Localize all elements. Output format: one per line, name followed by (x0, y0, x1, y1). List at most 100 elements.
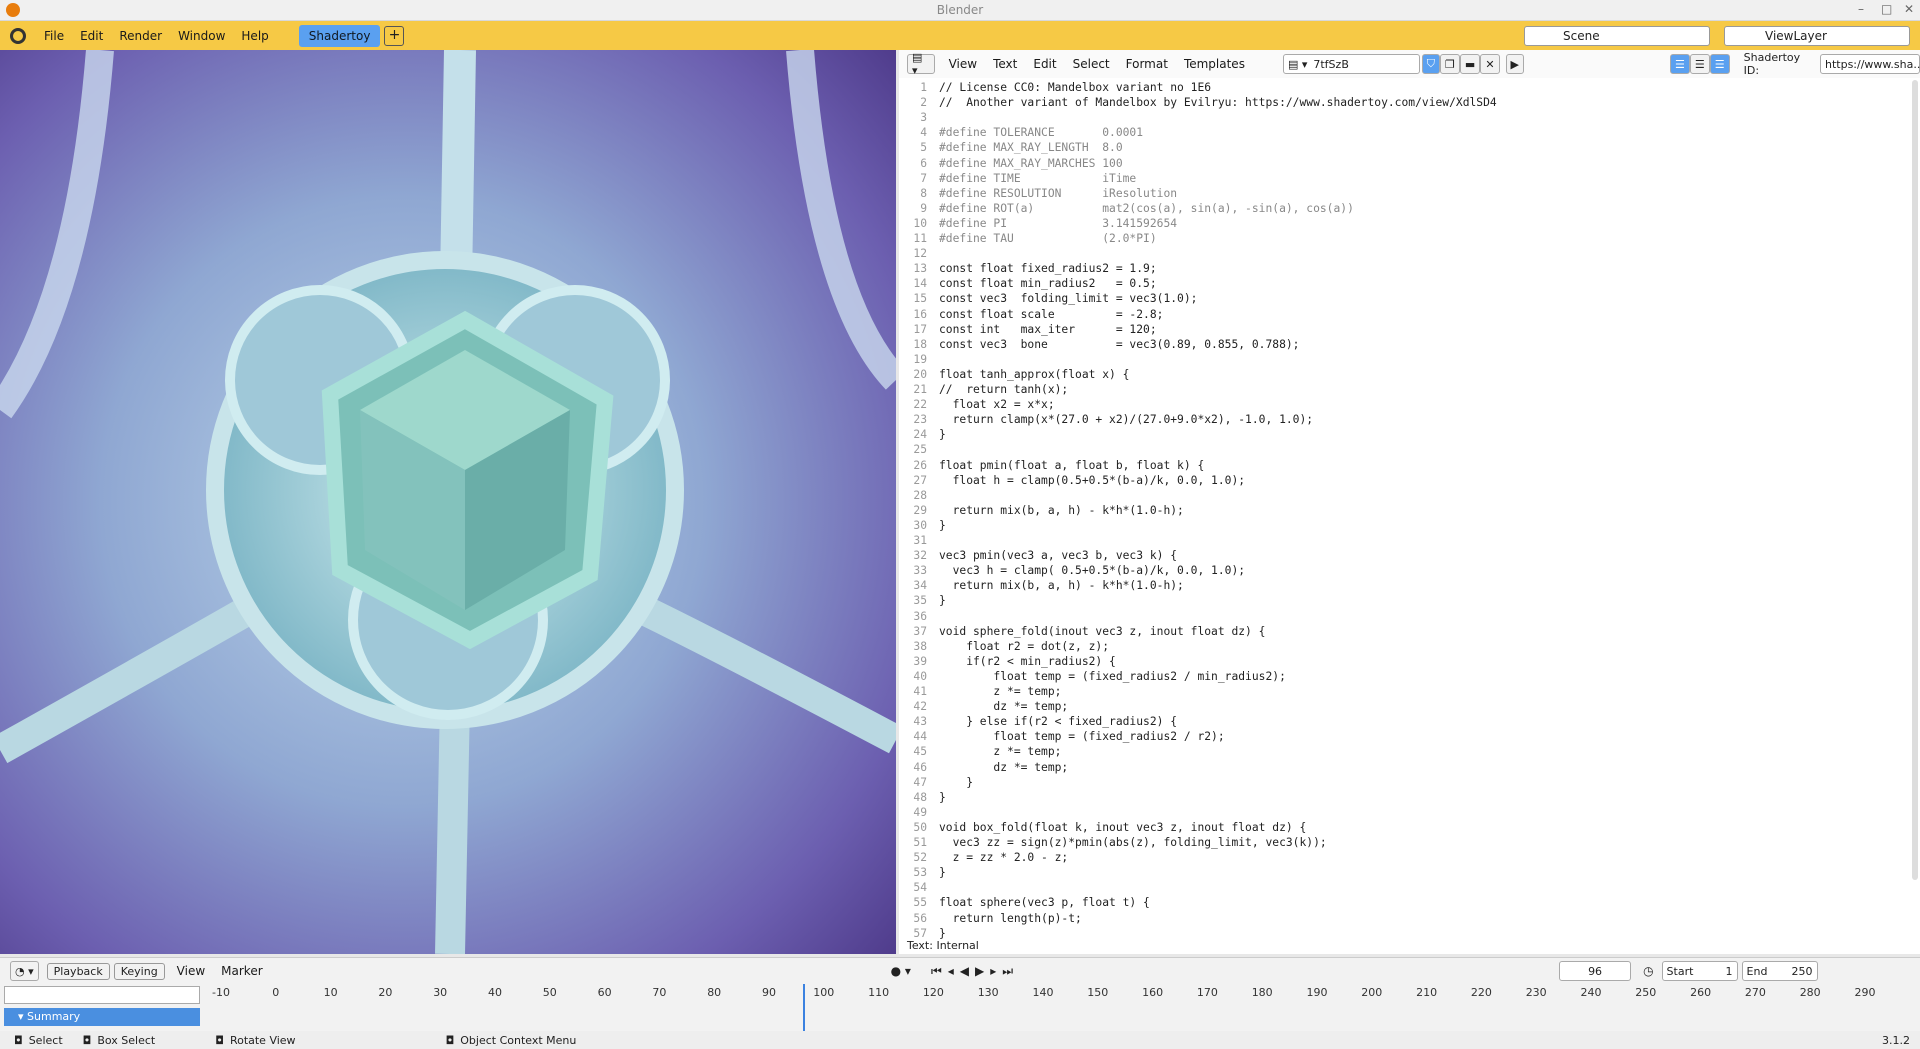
code-line: #define TIME iTime (939, 171, 1137, 185)
line-number: 15 (913, 292, 927, 306)
mouse-middle-icon: ◘ (82, 1033, 92, 1047)
line-number: 47 (913, 775, 927, 789)
code-line: const float min_radius2 = 0.5; (939, 277, 1157, 291)
timeline-editor-type[interactable]: ◔ ▾ (10, 961, 39, 981)
code-area[interactable]: 1 // License CC0: Mandelbox variant no 1E… (899, 78, 1909, 944)
line-number: 50 (913, 820, 927, 834)
record-icon[interactable]: ● ▾ (891, 964, 911, 978)
te-menu-edit[interactable]: Edit (1025, 57, 1064, 71)
frame-ruler[interactable]: -10 0 10 20 30 40 50 60 70 80 90 100 110 120 130 140 150… (205, 986, 1920, 1006)
shader-viewport[interactable] (0, 50, 896, 954)
end-frame-field[interactable]: End 250 (1741, 961, 1818, 981)
playhead[interactable] (803, 984, 805, 1032)
blender-logo-icon (6, 3, 20, 17)
code-line: } (939, 866, 946, 880)
code-line: z *= temp; (939, 685, 1062, 698)
menu-file[interactable]: File (36, 29, 72, 43)
end-label: End (1746, 964, 1768, 978)
shadertoy-url-input[interactable]: https://www.sha... (1819, 54, 1920, 74)
code-line: return mix(b, a, h) - k*h*(1.0-h); (939, 503, 1184, 517)
start-label: Start (1666, 964, 1694, 978)
ruler-tick: 10 (323, 986, 338, 999)
minimize-icon[interactable]: – (1858, 2, 1864, 16)
close-icon[interactable]: ✕ (1904, 2, 1914, 16)
code-line: const vec3 bone = vec3(0.89, 0.855, 0.78… (939, 337, 1300, 351)
run-script-icon[interactable]: ▶ (1505, 54, 1525, 74)
ruler-tick: 100 (813, 986, 835, 999)
shadertoy-id-label: Shadertoy ID: (1743, 51, 1801, 77)
title-bar: Blender – □ ✕ (0, 0, 1920, 21)
code-line: return length(p)-t; (939, 911, 1082, 925)
line-number: 19 (913, 352, 927, 366)
te-menu-text[interactable]: Text (985, 57, 1025, 71)
ruler-tick: 150 (1087, 986, 1109, 999)
clock-icon[interactable]: ◷ (1643, 964, 1653, 978)
word-wrap-icon[interactable]: ☰ (1689, 54, 1710, 74)
line-number: 14 (913, 277, 927, 291)
line-number: 51 (913, 836, 927, 849)
menu-window[interactable]: Window (170, 29, 233, 43)
line-number: 42 (913, 700, 927, 714)
playback-controls-icon[interactable]: ⏮◂◀▶▸⏭ (931, 964, 1019, 979)
fake-user-shield-icon[interactable]: ⛉ (1421, 54, 1441, 74)
menu-render[interactable]: Render (111, 29, 170, 43)
code-line: return clamp(x*(27.0 + x2)/(27.0+9.0*x2)… (939, 413, 1314, 427)
ruler-tick: 120 (922, 986, 944, 999)
line-number: 56 (913, 911, 927, 925)
line-numbers-icon[interactable]: ☰ (1670, 54, 1690, 74)
ruler-tick: 70 (652, 986, 667, 999)
scene-selector[interactable]: Scene (1524, 26, 1710, 46)
unlink-icon[interactable]: ✕ (1480, 54, 1500, 74)
te-menu-view[interactable]: View (941, 57, 985, 71)
view-layer-name: ViewLayer (1765, 29, 1827, 43)
duplicate-icon[interactable]: ❐ (1440, 54, 1460, 74)
line-number: 22 (913, 398, 927, 412)
timeline-header: ◔ ▾ Playback Keying View Marker ● ▾ ⏮◂◀▶… (0, 958, 1920, 984)
ruler-tick: 250 (1635, 986, 1657, 999)
playback-menu[interactable]: Playback (46, 962, 110, 980)
timeline-view-menu[interactable]: View (169, 964, 213, 978)
code-line: #define RESOLUTION iResolution (939, 186, 1178, 200)
te-menu-templates[interactable]: Templates (1176, 57, 1253, 71)
maximize-icon[interactable]: □ (1881, 2, 1892, 16)
ruler-tick: 30 (433, 986, 448, 999)
code-line: float x2 = x*x; (939, 398, 1055, 412)
shadertoy-url-value: https://www.sha... (1824, 57, 1920, 71)
text-datablock-selector[interactable]: ▤ ▾ 7tfSzB (1282, 54, 1420, 74)
ruler-tick: 60 (597, 986, 612, 999)
line-number: 28 (913, 488, 927, 502)
line-number: 11 (913, 232, 927, 245)
syntax-highlight-icon[interactable]: ☰ (1709, 54, 1730, 74)
view-layer-selector[interactable]: ViewLayer (1724, 26, 1910, 46)
te-menu-format[interactable]: Format (1118, 57, 1176, 71)
ruler-tick: 260 (1690, 986, 1712, 999)
keying-menu[interactable]: Keying (113, 962, 165, 980)
menu-edit[interactable]: Edit (72, 29, 111, 43)
version-label: 3.1.2 (1882, 1033, 1910, 1047)
timeline-marker-menu[interactable]: Marker (213, 964, 270, 978)
te-menu-select[interactable]: Select (1065, 57, 1118, 71)
line-number: 16 (913, 307, 927, 321)
code-line: float sphere(vec3 p, float t) { (939, 896, 1150, 910)
ruler-tick: 180 (1251, 986, 1273, 999)
workspace-tab-shadertoy[interactable]: Shadertoy (298, 24, 381, 47)
ruler-tick: 20 (378, 986, 393, 999)
menu-help[interactable]: Help (233, 29, 276, 43)
line-number: 49 (913, 805, 927, 819)
current-frame-field[interactable]: 96 (1559, 961, 1632, 981)
summary-channel[interactable]: ▾ Summary (4, 1008, 200, 1026)
status-rotate-view: Rotate View (229, 1033, 296, 1047)
timeline-search-input[interactable] (4, 986, 200, 1004)
mandelbox-render (0, 50, 896, 954)
blender-menu-icon[interactable] (10, 27, 26, 44)
add-workspace-button[interactable]: + (384, 25, 405, 46)
code-scrollbar[interactable] (1912, 80, 1918, 880)
line-number: 29 (913, 503, 927, 517)
start-frame-field[interactable]: Start 1 (1661, 961, 1738, 981)
editor-type-button[interactable]: ▤ ▾ (907, 51, 935, 77)
code-line: } else if(r2 < fixed_radius2) { (939, 715, 1178, 729)
code-line: void sphere_fold(inout vec3 z, inout flo… (939, 624, 1266, 638)
line-number: 8 (920, 186, 927, 200)
folder-icon[interactable]: ▬ (1459, 54, 1481, 74)
code-line: return mix(b, a, h) - k*h*(1.0-h); (939, 579, 1184, 593)
